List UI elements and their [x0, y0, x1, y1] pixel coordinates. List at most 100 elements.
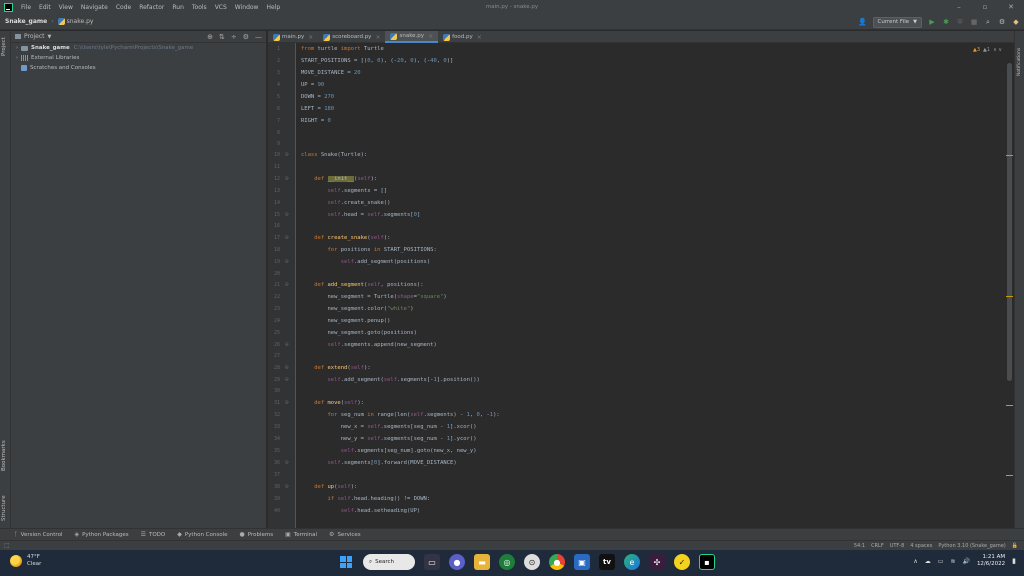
- task-view-icon[interactable]: ▭: [424, 554, 440, 570]
- error-stripe-marker[interactable]: [1006, 155, 1013, 156]
- caret-position[interactable]: 54:1: [854, 543, 865, 549]
- structure-tool-button[interactable]: Structure: [1, 495, 7, 521]
- file-explorer-icon[interactable]: ▬: [474, 554, 490, 570]
- services-tool-button[interactable]: ⚙ Services: [329, 531, 361, 538]
- fold-marker-icon[interactable]: ⊖: [285, 211, 289, 218]
- fold-marker-icon[interactable]: ⊖: [285, 281, 289, 288]
- tree-item-scratches[interactable]: Scratches and Consoles: [11, 63, 266, 73]
- error-stripe-marker[interactable]: [1006, 296, 1013, 297]
- stop-icon[interactable]: ■: [970, 18, 978, 26]
- fold-marker-icon[interactable]: ⊖: [285, 459, 289, 466]
- search-everywhere-icon[interactable]: ⌕: [984, 18, 992, 26]
- locate-file-icon[interactable]: ⊕: [207, 33, 213, 41]
- chevron-up-icon[interactable]: ∧: [913, 558, 917, 565]
- python-interpreter[interactable]: Python 3.10 (Snake_game): [938, 543, 1005, 549]
- fold-marker-icon[interactable]: ⊖: [285, 341, 289, 348]
- start-button[interactable]: [338, 554, 354, 570]
- tab-snake-py[interactable]: snake.py ×: [385, 31, 439, 43]
- steam-icon[interactable]: ⊙: [524, 554, 540, 570]
- inspection-nav[interactable]: ∧ ∨: [993, 47, 1002, 53]
- bookmarks-tool-button[interactable]: Bookmarks: [1, 440, 7, 471]
- settings-gear-icon[interactable]: ⚙: [998, 18, 1006, 26]
- menu-run[interactable]: Run: [168, 4, 188, 11]
- hide-panel-icon[interactable]: —: [255, 33, 262, 41]
- project-panel-title[interactable]: Project: [24, 33, 45, 40]
- menu-tools[interactable]: Tools: [188, 4, 211, 11]
- menu-edit[interactable]: Edit: [35, 4, 55, 11]
- debug-icon[interactable]: ✱: [942, 18, 950, 26]
- editor-scrollbar[interactable]: [1004, 43, 1014, 528]
- close-tab-icon[interactable]: ×: [477, 34, 482, 41]
- edge-icon[interactable]: e: [624, 554, 640, 570]
- notifications-tool-button[interactable]: Notifications: [1017, 48, 1022, 76]
- menu-help[interactable]: Help: [262, 4, 284, 11]
- wifi-icon[interactable]: ≋: [950, 558, 955, 565]
- inspection-widget[interactable]: ▲3 ▲1 ∧ ∨: [973, 47, 1002, 53]
- tree-item-external-libraries[interactable]: › External Libraries: [11, 53, 266, 63]
- jetbrains-toolbox-icon[interactable]: ◆: [1012, 18, 1020, 26]
- error-stripe-marker[interactable]: [1006, 405, 1013, 406]
- slack-icon[interactable]: ✣: [649, 554, 665, 570]
- file-encoding[interactable]: UTF-8: [890, 543, 905, 549]
- store-icon[interactable]: ▣: [574, 554, 590, 570]
- weather-widget[interactable]: 47°F Clear: [10, 554, 41, 568]
- tab-main-py[interactable]: main.py ×: [268, 31, 318, 43]
- run-icon[interactable]: ▶: [928, 18, 936, 26]
- close-tab-icon[interactable]: ×: [375, 34, 380, 41]
- menu-code[interactable]: Code: [112, 4, 135, 11]
- tv-app-icon[interactable]: tv: [599, 554, 615, 570]
- user-icon[interactable]: 👤: [858, 18, 867, 26]
- restore-button[interactable]: ▫: [972, 0, 998, 14]
- options-gear-icon[interactable]: ⚙: [243, 33, 249, 41]
- close-window-button[interactable]: ✕: [998, 0, 1024, 14]
- menu-navigate[interactable]: Navigate: [77, 4, 112, 11]
- tree-item-project-root[interactable]: › Snake_game C:\Users\tyle\PycharmProjec…: [11, 43, 266, 53]
- fold-marker-icon[interactable]: ⊖: [285, 364, 289, 371]
- chevron-down-icon[interactable]: ▼: [48, 34, 52, 40]
- line-number-gutter[interactable]: 1 2 3 4 5 6 7 8 9 10 11 12 13 14 15 16 17 18 19 20 21 22 23 24 2…: [268, 43, 296, 528]
- fold-marker-icon[interactable]: ⊖: [285, 399, 289, 406]
- breadcrumb-project[interactable]: Snake_game: [5, 18, 47, 25]
- chat-icon[interactable]: ●: [449, 554, 465, 570]
- todo-tool-button[interactable]: ☰ TODO: [141, 531, 166, 538]
- norton-icon[interactable]: ✓: [674, 554, 690, 570]
- notification-icon[interactable]: ▮: [1012, 557, 1016, 565]
- tab-food-py[interactable]: food.py ×: [438, 31, 487, 43]
- terminal-tool-button[interactable]: ▣ Terminal: [285, 531, 317, 538]
- toggle-tool-windows-icon[interactable]: ⬚: [4, 542, 10, 549]
- fold-marker-icon[interactable]: ⊖: [285, 151, 289, 158]
- breadcrumb-file[interactable]: snake.py: [67, 18, 94, 25]
- fold-marker-icon[interactable]: ⊖: [285, 258, 289, 265]
- indent-setting[interactable]: 4 spaces: [910, 543, 932, 549]
- menu-vcs[interactable]: VCS: [211, 4, 231, 11]
- taskbar-search[interactable]: ⌕ Search: [363, 554, 415, 570]
- expand-arrow-icon[interactable]: ›: [13, 45, 21, 51]
- network-icon[interactable]: ▭: [938, 558, 944, 565]
- chrome-icon[interactable]: ●: [549, 554, 565, 570]
- line-separator[interactable]: CRLF: [871, 543, 884, 549]
- tab-scoreboard-py[interactable]: scoreboard.py ×: [318, 31, 385, 43]
- error-stripe-marker[interactable]: [1006, 475, 1013, 476]
- close-tab-icon[interactable]: ×: [308, 34, 313, 41]
- expand-icon[interactable]: ÷: [231, 33, 237, 41]
- expand-arrow-icon[interactable]: ›: [13, 55, 21, 61]
- close-tab-icon[interactable]: ×: [428, 33, 433, 40]
- python-console-tool-button[interactable]: ◆ Python Console: [177, 531, 227, 538]
- menu-file[interactable]: File: [17, 4, 35, 11]
- run-configuration-select[interactable]: Current File ▼: [872, 16, 922, 28]
- project-tool-button[interactable]: Project: [1, 37, 7, 56]
- fold-marker-icon[interactable]: ⊖: [285, 483, 289, 490]
- menu-view[interactable]: View: [55, 4, 77, 11]
- minimize-button[interactable]: –: [946, 0, 972, 14]
- python-packages-tool-button[interactable]: ◈ Python Packages: [74, 531, 128, 538]
- problems-tool-button[interactable]: ● Problems: [240, 531, 274, 538]
- menu-refactor[interactable]: Refactor: [135, 4, 168, 11]
- xbox-icon[interactable]: ◎: [499, 554, 515, 570]
- collapse-all-icon[interactable]: ⇅: [219, 33, 225, 41]
- volume-icon[interactable]: 🔊: [962, 558, 969, 565]
- coverage-icon[interactable]: ⛨: [956, 18, 964, 26]
- fold-marker-icon[interactable]: ⊖: [285, 376, 289, 383]
- version-control-tool-button[interactable]: ᚴ Version Control: [14, 531, 62, 538]
- clock[interactable]: 1:21 AM 12/6/2022: [977, 554, 1005, 568]
- pycharm-taskbar-icon[interactable]: ▪: [699, 554, 715, 570]
